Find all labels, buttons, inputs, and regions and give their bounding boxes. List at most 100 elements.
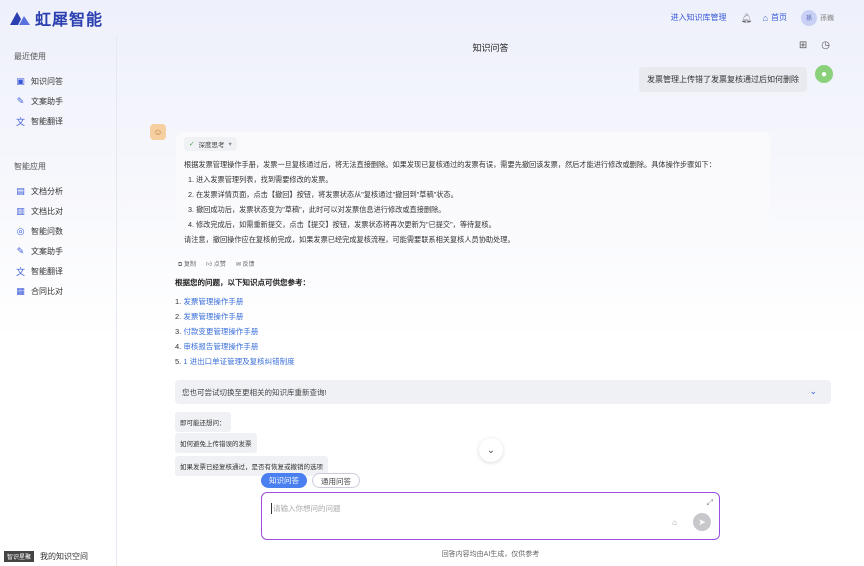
scroll-down-button[interactable]: ⌄ <box>479 438 503 462</box>
reference-link[interactable]: 发票管理操作手册 <box>183 297 243 306</box>
user-name[interactable]: 孫巍 <box>820 13 834 23</box>
brand-logo[interactable]: 虹犀智能 <box>9 6 103 30</box>
answer-intro: 根据发票管理操作手册，发票一旦复核通过后，将无法直接删除。如果发现已复核通过的发… <box>184 160 716 169</box>
feedback-button[interactable]: ✉︎ 反馈 <box>236 259 260 269</box>
list-item: 3. 付款变更管理操作手册 <box>175 324 295 339</box>
sidebar-item-label: 文案助手 <box>31 96 63 106</box>
sidebar-item-label: 文案助手 <box>31 246 63 256</box>
sidebar-item-translate-2[interactable]: 文 智能翻译 <box>0 261 116 281</box>
input-placeholder: 请输入你想问的问题 <box>271 503 341 514</box>
sidebar-item-label: 文档比对 <box>31 206 63 216</box>
sidebar-item-doc-compare[interactable]: ▥ 文档比对 <box>0 201 116 221</box>
reference-link[interactable]: 审核报告管理操作手册 <box>183 342 258 351</box>
ref-number: 1. <box>175 297 182 306</box>
knowledge-space-label: 我的知识空间 <box>40 552 89 561</box>
answer-actions: ⧉ 复制 👍︎ 点赞 ✉︎ 反馈 <box>178 259 265 269</box>
answer-step: 2. 在发票详情页面，点击【撤回】按钮，将发票状态从"复核通过"撤回到"草稿"状… <box>188 190 458 199</box>
tab-general-qa[interactable]: 通用问答 <box>312 473 360 488</box>
apps-section-title: 智能应用 <box>14 162 46 171</box>
kb-management-link[interactable]: 进入知识库管理 <box>671 12 727 23</box>
reference-link[interactable]: 发票管理操作手册 <box>183 312 243 321</box>
ref-number: 2. <box>175 312 182 321</box>
like-button[interactable]: 👍︎ 点赞 <box>206 259 231 269</box>
sidebar-item-label: 智能问数 <box>31 226 63 236</box>
question-input[interactable]: 请输入你想问的问题 ⤢ ⌂ ➤ <box>261 492 720 540</box>
sidebar-item-label: 文档分析 <box>31 186 63 196</box>
deep-think-label: 深度思考 <box>198 142 225 149</box>
switch-kb-bar[interactable]: 您也可尝试切换至更相关的知识库重新查询! ⌄ <box>175 380 831 404</box>
answer-step: 4. 修改完成后，如需重新提交，点击【提交】按钮，发票状态将再次更新为"已提交"… <box>188 220 496 229</box>
contract-icon: ▦ <box>16 285 25 296</box>
recent-section-title: 最近使用 <box>14 52 46 61</box>
ai-disclaimer: 回答内容均由AI生成，仅供参考 <box>441 551 540 558</box>
translate-icon: 文 <box>15 266 25 277</box>
sidebar-item-label: 智能翻译 <box>31 266 63 276</box>
knowledge-space-entry[interactable]: 智识星聚 我的知识空间 <box>4 551 88 562</box>
answer-step: 3. 撤回成功后，发票状态变为"草稿"，此时可以对发票信息进行修改或直接删除。 <box>188 205 446 214</box>
answer-step: 1. 进入发票管理列表，找到需要修改的发票。 <box>188 175 333 184</box>
bot-avatar-icon: ☺ <box>150 124 166 140</box>
answer-card: ✓ 深度思考 ▾ 根据发票管理操作手册，发票一旦复核通过后，将无法直接删除。如果… <box>176 132 770 249</box>
bell-icon[interactable]: 🔔︎ <box>741 13 752 23</box>
ref-number: 3. <box>175 327 182 336</box>
home-link[interactable]: ⌂ 首页 <box>763 12 787 23</box>
home-label: 首页 <box>771 13 787 22</box>
user-avatar-icon: ● <box>815 65 833 83</box>
sidebar-item-contract-compare[interactable]: ▦ 合同比对 <box>0 281 116 301</box>
book-icon: ▣ <box>16 75 25 86</box>
page-title: 知识问答 <box>472 43 509 53</box>
translate-icon: 文 <box>15 116 25 127</box>
sidebar-item-label: 合同比对 <box>31 286 63 296</box>
copy-button[interactable]: ⧉ 复制 <box>178 259 201 269</box>
sidebar-item-smart-data[interactable]: ◎ 智能问数 <box>0 221 116 241</box>
sidebar-item-translate[interactable]: 文 智能翻译 <box>0 111 116 131</box>
like-label: 点赞 <box>213 262 226 268</box>
references-list: 1. 发票管理操作手册 2. 发票管理操作手册 3. 付款变更管理操作手册 4.… <box>175 294 295 369</box>
sidebar-item-label: 知识问答 <box>31 76 63 86</box>
ref-number: 4. <box>175 342 182 351</box>
mode-tabs: 知识问答 通用问答 <box>261 473 365 488</box>
sidebar: 最近使用 ▣ 知识问答 ✎ 文案助手 文 智能翻译 智能应用 ▤ 文档分析 ▥ … <box>0 35 117 566</box>
chat-main: 知识问答 ⊞ ◷ 发票管理上传错了发票复核通过后如何删除 ● ☺ ✓ 深度思考 … <box>117 35 864 566</box>
chevron-down-icon: ⌄ <box>809 386 817 396</box>
send-button[interactable]: ➤ <box>693 513 711 531</box>
suggestion-chip[interactable]: 如何避免上传错误的发票 <box>175 433 257 453</box>
sidebar-item-knowledge-qa[interactable]: ▣ 知识问答 <box>0 71 116 91</box>
brand-name: 虹犀智能 <box>35 11 104 29</box>
copy-label: 复制 <box>183 262 196 268</box>
chevron-down-icon: ▾ <box>228 141 232 148</box>
attachment-icon[interactable]: ⌂ <box>672 518 677 527</box>
sidebar-item-label: 智能翻译 <box>31 116 63 126</box>
list-item: 4. 审核报告管理操作手册 <box>175 339 295 354</box>
list-item: 2. 发票管理操作手册 <box>175 309 295 324</box>
sidebar-item-copywriter[interactable]: ✎ 文案助手 <box>0 91 116 111</box>
reference-link[interactable]: 1 进出口单证管理及复核纠错制度 <box>183 357 294 366</box>
sidebar-item-doc-analysis[interactable]: ▤ 文档分析 <box>0 181 116 201</box>
home-icon: ⌂ <box>762 12 768 23</box>
switch-kb-hint: 您也可尝试切换至更相关的知识库重新查询! <box>182 387 327 397</box>
compare-icon: ▥ <box>16 205 25 216</box>
tab-knowledge-qa[interactable]: 知识问答 <box>261 473 307 488</box>
history-icon[interactable]: ◷ <box>821 40 830 51</box>
check-icon: ✓ <box>189 141 195 148</box>
ref-number: 5. <box>175 357 182 366</box>
new-chat-icon[interactable]: ⊞ <box>799 40 807 51</box>
answer-note: 请注意，撤回操作应在复核前完成，如果发票已经完成复核流程，可能需要联系相关复核人… <box>184 235 515 244</box>
sidebar-item-copywriter-2[interactable]: ✎ 文案助手 <box>0 241 116 261</box>
feedback-label: 反馈 <box>242 262 255 268</box>
logo-mark-icon <box>10 11 30 25</box>
list-item: 5. 1 进出口单证管理及复核纠错制度 <box>175 354 295 369</box>
document-icon: ▤ <box>16 185 25 196</box>
avatar[interactable]: 孫 <box>801 9 817 26</box>
reference-link[interactable]: 付款变更管理操作手册 <box>183 327 258 336</box>
wand-icon: ✎ <box>16 245 25 256</box>
references-title: 根据您的问题，以下知识点可供您参考： <box>175 278 310 287</box>
list-item: 1. 发票管理操作手册 <box>175 294 295 309</box>
wand-icon: ✎ <box>16 95 25 106</box>
space-badge: 智识星聚 <box>4 551 35 562</box>
top-bar: 虹犀智能 进入知识库管理 🔔︎ ⌂ 首页 孫 孫巍 <box>0 0 864 35</box>
expand-icon[interactable]: ⤢ <box>707 498 713 508</box>
deep-think-toggle[interactable]: ✓ 深度思考 ▾ <box>184 137 237 151</box>
user-message: 发票管理上传错了发票复核通过后如何删除 <box>639 67 807 92</box>
data-icon: ◎ <box>16 225 25 236</box>
